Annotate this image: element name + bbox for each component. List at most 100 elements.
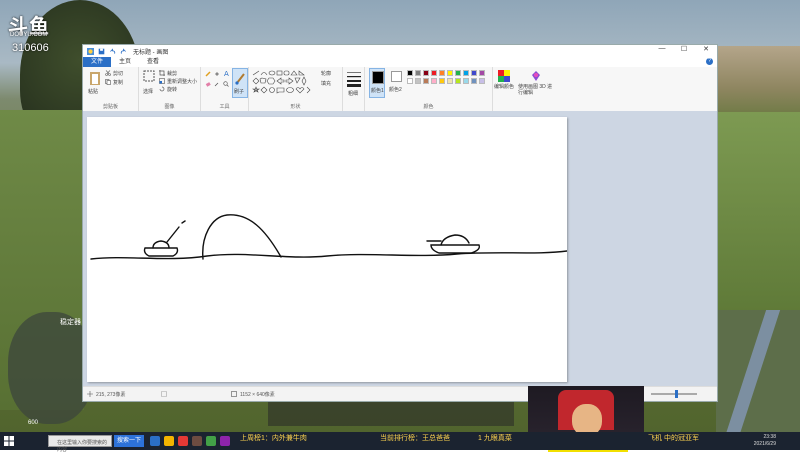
copy-icon[interactable]: [105, 79, 111, 85]
palette-swatch[interactable]: [407, 70, 413, 76]
palette-swatch[interactable]: [423, 78, 429, 84]
palette-swatch[interactable]: [471, 78, 477, 84]
size-label[interactable]: 粗细: [348, 90, 358, 97]
palette-swatch[interactable]: [447, 78, 453, 84]
select-label[interactable]: 选择: [143, 88, 153, 95]
zoom-slider-thumb[interactable]: [675, 390, 678, 398]
color2-button[interactable]: 颜色2: [388, 68, 404, 98]
tab-view[interactable]: 查看: [139, 57, 167, 67]
resize-label[interactable]: 重新调整大小: [167, 78, 197, 85]
left-tank-hull: [143, 247, 179, 257]
cut-label[interactable]: 剪切: [113, 70, 123, 77]
select-icon[interactable]: [143, 70, 155, 82]
taskbar-search[interactable]: 在这里输入你要搜索的内容: [48, 435, 112, 453]
close-button[interactable]: ✕: [695, 45, 717, 53]
windows-start-icon[interactable]: [4, 436, 14, 446]
douyu-site: DOUYU.COM: [10, 32, 48, 38]
palette-swatch[interactable]: [447, 70, 453, 76]
fill-icon[interactable]: [214, 71, 220, 77]
taskbar-app-icon[interactable]: [220, 436, 230, 446]
palette-swatch[interactable]: [415, 78, 421, 84]
left-tank-gun: [166, 226, 180, 243]
taskbar-app-icon[interactable]: [150, 436, 160, 446]
paste-label[interactable]: 粘贴: [88, 88, 98, 95]
edit-colors-icon[interactable]: [498, 70, 510, 82]
rotate-label[interactable]: 旋转: [167, 86, 177, 93]
crop-icon[interactable]: [159, 70, 165, 76]
selection-size-icon: [161, 391, 167, 397]
hill-stroke: [202, 214, 282, 260]
shapes-group-label: 形状: [290, 104, 301, 110]
zoom-slider[interactable]: [651, 390, 697, 398]
palette-swatch[interactable]: [479, 78, 485, 84]
palette-swatch[interactable]: [463, 78, 469, 84]
color2-label: 颜色2: [389, 87, 402, 93]
danmaku-text: 上周榜1：内外兼牛肉: [240, 435, 307, 442]
crop-label[interactable]: 裁剪: [167, 70, 177, 77]
taskbar-search-placeholder: 在这里输入你要搜索的内容: [57, 440, 108, 453]
undo-icon[interactable]: [109, 47, 116, 55]
color-picker-icon[interactable]: [214, 81, 220, 87]
taskbar-app-icon[interactable]: [178, 436, 188, 446]
shapes-gallery-icon[interactable]: [252, 70, 316, 94]
palette-swatch[interactable]: [439, 70, 445, 76]
copy-label[interactable]: 复制: [113, 79, 123, 86]
eraser-icon[interactable]: [205, 81, 211, 87]
rotate-icon[interactable]: [159, 86, 165, 92]
taskbar-app-icon[interactable]: [206, 436, 216, 446]
color1-button[interactable]: 颜色1: [369, 68, 385, 98]
maximize-button[interactable]: ☐: [673, 45, 695, 53]
drawing-canvas[interactable]: [87, 117, 568, 382]
help-icon[interactable]: ?: [706, 58, 713, 65]
distant-hills: [718, 46, 800, 116]
palette-swatch[interactable]: [423, 70, 429, 76]
redo-icon[interactable]: [120, 47, 127, 55]
group-edit-colors: 编辑颜色: [493, 67, 517, 111]
right-tank-hull: [430, 244, 481, 254]
palette-swatch[interactable]: [407, 78, 413, 84]
minimap-stat: 600: [28, 420, 39, 426]
line-size-icon[interactable]: [347, 71, 361, 87]
palette-swatch[interactable]: [431, 70, 437, 76]
minimize-button[interactable]: —: [651, 45, 673, 53]
canvas-size: 1152 × 640像素: [240, 392, 275, 398]
brushes-button[interactable]: 刷子: [232, 68, 248, 98]
search-button[interactable]: 搜索一下: [114, 435, 144, 447]
paint-window: 无标题 - 画图 — ☐ ✕ 文件 主页 查看 ? 粘贴 剪切 复制 剪贴板 选…: [82, 44, 718, 402]
palette-swatch[interactable]: [463, 70, 469, 76]
brushes-label: 刷子: [234, 89, 245, 95]
color2-swatch: [391, 71, 402, 82]
palette-swatch[interactable]: [415, 70, 421, 76]
palette-swatch[interactable]: [431, 78, 437, 84]
magnifier-icon[interactable]: [223, 81, 229, 87]
paint3d-icon[interactable]: [530, 70, 542, 82]
window-controls: — ☐ ✕: [651, 45, 717, 53]
edit-colors-label[interactable]: 编辑颜色: [494, 84, 516, 90]
palette-swatch[interactable]: [479, 70, 485, 76]
cut-icon[interactable]: [105, 70, 111, 76]
palette-swatch[interactable]: [471, 70, 477, 76]
taskbar-app-icon[interactable]: [164, 436, 174, 446]
resize-icon[interactable]: [159, 78, 165, 84]
fill-label[interactable]: 填充: [321, 80, 331, 87]
tab-file[interactable]: 文件: [83, 57, 112, 67]
paste-icon[interactable]: [89, 70, 101, 86]
group-shapes: 轮廓 填充 形状: [249, 67, 343, 111]
outline-label[interactable]: 轮廓: [321, 70, 331, 77]
clipboard-group-label: 剪贴板: [102, 104, 118, 110]
palette-swatch[interactable]: [455, 78, 461, 84]
palette-swatch[interactable]: [455, 70, 461, 76]
taskbar-app-icon[interactable]: [192, 436, 202, 446]
paint3d-label[interactable]: 使用画图 3D 进行编辑: [518, 84, 556, 96]
paint-app-icon: [87, 47, 94, 55]
pencil-icon[interactable]: [205, 71, 211, 77]
tab-home[interactable]: 主页: [111, 57, 139, 67]
clock-date: 2021/6/29: [753, 441, 776, 447]
titlebar: 无标题 - 画图 — ☐ ✕: [83, 45, 717, 57]
palette-swatch[interactable]: [439, 78, 445, 84]
text-icon[interactable]: A: [223, 70, 230, 77]
battle-minimap: [716, 310, 800, 434]
save-icon[interactable]: [98, 48, 105, 55]
danmaku-text: 飞机 中的冠亚军: [648, 435, 699, 442]
svg-text:A: A: [224, 70, 229, 77]
